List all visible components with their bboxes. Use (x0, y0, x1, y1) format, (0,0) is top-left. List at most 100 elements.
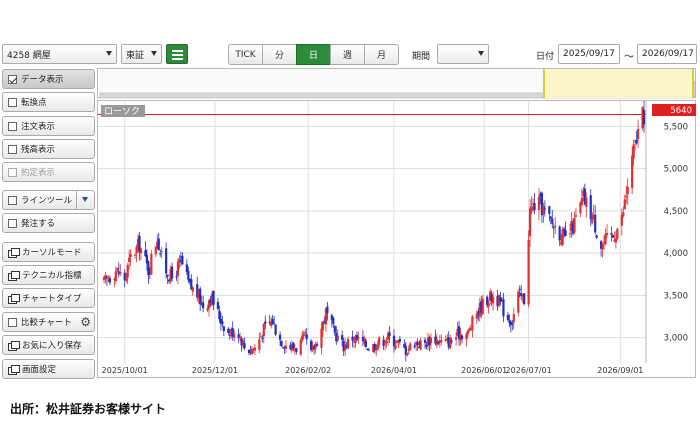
candle-down (227, 328, 230, 333)
exchange-select-value: 東証 (126, 50, 145, 61)
candle-down (292, 342, 295, 349)
candle-up (320, 328, 323, 348)
sidebar-item-order-display[interactable]: 注文表示 (2, 116, 95, 136)
candle-down (212, 290, 215, 305)
sidebar-item-technical-indicator[interactable]: テクニカル指標 (2, 265, 95, 285)
candle-down (563, 228, 566, 231)
list-view-button[interactable] (166, 44, 188, 64)
date-to-input[interactable]: 2026/09/17 (637, 44, 697, 64)
tab-month[interactable]: 月 (364, 44, 399, 65)
checkbox-icon (8, 121, 17, 131)
sidebar-item-label: 転換点 (21, 98, 47, 108)
sidebar-item-label: 発注する (21, 219, 56, 229)
checkbox-icon (8, 218, 17, 228)
chevron-down-icon (151, 51, 157, 56)
candle-down (416, 342, 419, 346)
candle-down (392, 335, 396, 347)
candle-up (383, 343, 387, 345)
candle-up (129, 254, 132, 258)
sidebar-item-chart-type[interactable]: チャートタイプ (2, 288, 95, 308)
exchange-select[interactable]: 東証 (121, 44, 162, 64)
candle-up (636, 128, 640, 139)
candle-up (176, 261, 180, 276)
checkbox-icon (8, 195, 17, 205)
candle-down (147, 261, 150, 276)
candle-down (635, 139, 638, 144)
candle-up (114, 271, 117, 282)
tab-tick[interactable]: TICK (228, 44, 263, 65)
date-from-input[interactable]: 2025/09/17 (558, 44, 620, 64)
candle-up (626, 186, 629, 195)
sidebar-item-cursor-mode[interactable]: カーソルモード (2, 242, 95, 262)
date-label: 日付 (536, 52, 555, 62)
candle-up (585, 197, 588, 208)
x-tick-label: 2026/09/01 (597, 366, 643, 375)
tab-week[interactable]: 週 (330, 44, 365, 65)
candle-down (366, 348, 369, 350)
navigator-selection-overlay (545, 69, 696, 98)
sidebar-item-data-display[interactable]: データ表示 (2, 69, 95, 89)
candle-up (347, 338, 350, 349)
candle-up (233, 333, 236, 338)
candle-down (413, 345, 416, 348)
candle-up (357, 337, 360, 339)
dropdown-toggle[interactable] (76, 191, 94, 209)
window-icon (8, 340, 20, 351)
candle-down (611, 234, 615, 238)
candle-down (549, 216, 552, 219)
candlestick-chart[interactable]: 3,000 3,500 4,000 4,500 5,000 5,500 2025/10/0… (97, 97, 696, 378)
candle-up (530, 206, 533, 211)
candle-up (178, 259, 181, 263)
sidebar-item-save-favorite[interactable]: お気に入り保存 (2, 335, 95, 355)
candle-up (284, 345, 288, 349)
candle-down (165, 248, 168, 274)
candle-up (475, 313, 478, 319)
sidebar-item-label: カーソルモード (22, 248, 82, 258)
gear-icon[interactable]: ⚙ (80, 315, 91, 329)
sidebar-item-balance-display[interactable]: 残高表示 (2, 139, 95, 159)
candle-down (511, 323, 514, 325)
candle-up (378, 337, 381, 345)
sidebar-item-label: 注文表示 (21, 122, 56, 132)
candle-up (491, 296, 495, 304)
candle-down (243, 343, 246, 349)
sidebar-item-turning-point[interactable]: 転換点 (2, 92, 95, 112)
candle-down (502, 299, 505, 317)
candle-up (241, 340, 245, 344)
candles-group (102, 97, 646, 362)
candle-up (517, 291, 520, 313)
candle-down (373, 343, 376, 351)
candle-down (333, 326, 336, 333)
x-tick-label: 2026/04/01 (371, 366, 417, 375)
candle-up (239, 336, 242, 339)
candle-up (561, 229, 564, 245)
sidebar-item-label: チャートタイプ (22, 294, 82, 304)
sidebar-item-label: テクニカル指標 (22, 271, 82, 281)
candle-down (332, 317, 335, 324)
candle-up (574, 215, 578, 217)
sidebar-item-compare-chart[interactable]: 比較チャート ⚙ (2, 312, 95, 332)
candle-up (455, 337, 458, 340)
sidebar-item-label: 画面設定 (22, 365, 57, 375)
sidebar-item-line-tool[interactable]: ラインツール (2, 190, 95, 210)
tab-minute[interactable]: 分 (262, 44, 297, 65)
symbol-select[interactable]: 4258 網屋 (2, 44, 117, 64)
candle-down (228, 335, 231, 337)
candle-up (605, 232, 609, 235)
candle-up (527, 240, 530, 305)
chevron-down-icon (478, 51, 484, 56)
sidebar-item-screen-settings[interactable]: 画面設定 (2, 359, 95, 379)
list-icon-line (172, 50, 183, 52)
tab-day[interactable]: 日 (296, 44, 331, 65)
candle-down (533, 203, 536, 211)
navigator-selection[interactable] (543, 69, 694, 98)
period-select[interactable] (437, 44, 489, 64)
candle-up (336, 335, 339, 341)
candle-down (543, 208, 546, 210)
x-tick-label: 2026/07/01 (506, 366, 552, 375)
sidebar-item-label: 比較チャート (21, 318, 72, 328)
candle-up (160, 250, 163, 253)
sidebar-item-place-order[interactable]: 発注する (2, 213, 95, 233)
sidebar-item-label: お気に入り保存 (22, 341, 82, 351)
candle-down (221, 321, 224, 325)
